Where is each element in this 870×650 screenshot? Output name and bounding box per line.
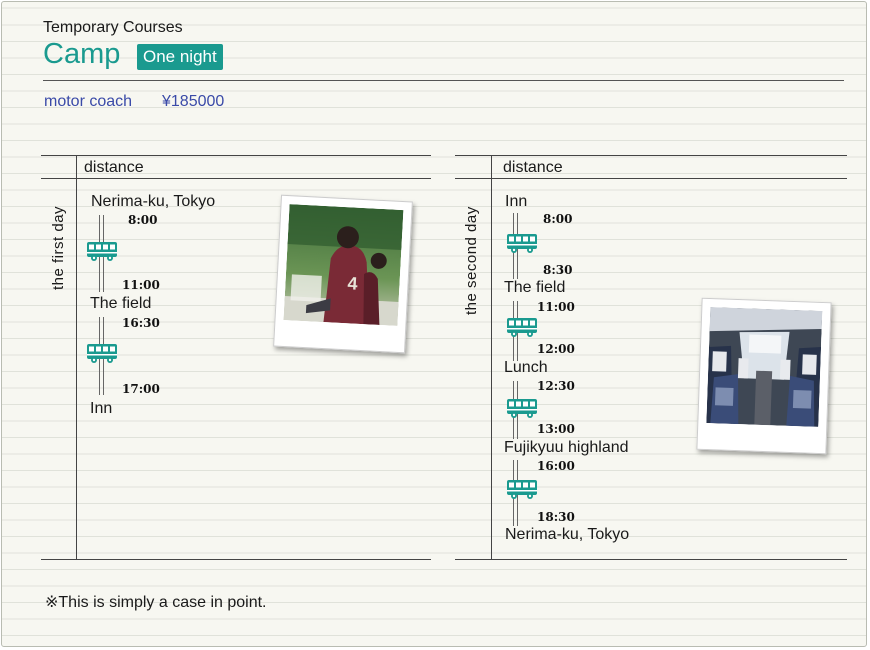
day1-label: the first day — [50, 205, 67, 290]
bus-icon — [507, 318, 537, 338]
day2-depart-4: 16:00 — [537, 459, 575, 473]
header-divider — [43, 80, 844, 81]
day2-top-rule — [455, 155, 847, 156]
day1-top-rule — [41, 155, 431, 156]
day2-divider — [491, 156, 492, 560]
day1-stop-3: Inn — [90, 400, 113, 417]
day2-bottom-rule — [455, 559, 847, 560]
svg-text:4: 4 — [347, 273, 358, 293]
bus-photo-image — [706, 307, 823, 427]
field-photo-image: 4 — [283, 204, 404, 326]
bus-icon — [507, 480, 537, 500]
day2-arrive-2: 8:30 — [543, 263, 573, 277]
bus-icon — [507, 234, 537, 254]
day2-stop-5: Nerima-ku, Tokyo — [505, 526, 630, 543]
day2-arrive-3: 12:00 — [537, 342, 575, 356]
day2-label: the second day — [463, 206, 480, 315]
day2-stop-1: Inn — [505, 193, 528, 210]
day2-head-rule — [455, 178, 847, 179]
day2-depart-1: 8:00 — [543, 212, 573, 226]
day2-stop-3: Lunch — [504, 359, 548, 376]
course-card: Temporary Courses Camp One night motor c… — [1, 1, 867, 647]
course-category: Temporary Courses — [43, 19, 183, 36]
day1-arrive-2: 11:00 — [122, 278, 160, 292]
day1-depart-1: 8:00 — [128, 213, 158, 227]
day2-depart-2: 11:00 — [537, 300, 575, 314]
day1-arrive-3: 17:00 — [122, 382, 160, 396]
day2-stop-2: The field — [504, 279, 566, 296]
footnote: ※This is simply a case in point. — [45, 594, 267, 611]
day2-heading: distance — [503, 159, 563, 176]
day1-bottom-rule — [41, 559, 431, 560]
day1-head-rule — [41, 178, 431, 179]
photo-bus — [696, 297, 832, 455]
photo-field: 4 — [273, 194, 413, 354]
day1-heading: distance — [84, 159, 144, 176]
price: ¥185000 — [162, 93, 225, 110]
duration-badge: One night — [137, 44, 223, 70]
bus-icon — [507, 399, 537, 419]
course-title: Camp — [43, 38, 121, 70]
day1-depart-2: 16:30 — [122, 316, 160, 330]
bus-icon — [87, 344, 117, 364]
bus-icon — [87, 242, 117, 262]
day2-depart-3: 12:30 — [537, 379, 575, 393]
day2-arrive-5: 18:30 — [537, 510, 575, 524]
day1-stop-2: The field — [90, 295, 152, 312]
field-photo-image-svg: 4 — [283, 204, 404, 326]
day1-stop-1: Nerima-ku, Tokyo — [91, 193, 216, 210]
bus-photo-image-svg — [706, 307, 823, 427]
transport-type: motor coach — [44, 93, 133, 110]
day2-stop-4: Fujikyuu highland — [504, 439, 629, 456]
day1-divider — [76, 156, 77, 560]
day2-arrive-4: 13:00 — [537, 422, 575, 436]
